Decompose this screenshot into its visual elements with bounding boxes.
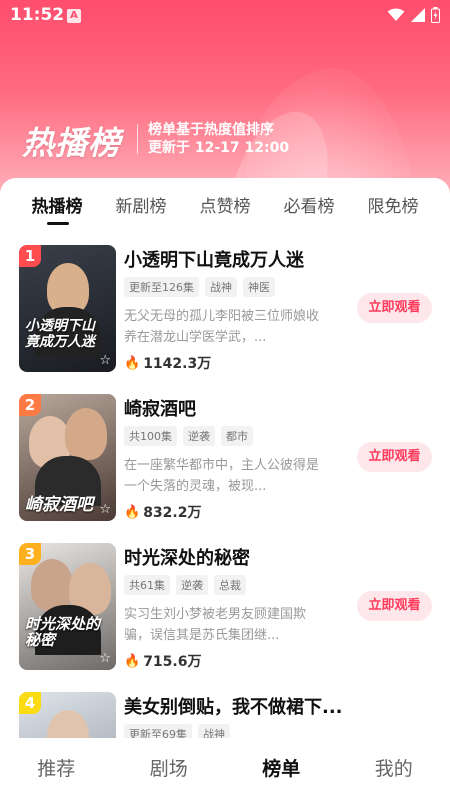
app-notification-icon: A	[67, 9, 81, 23]
tab-new[interactable]: 新剧榜	[99, 192, 183, 217]
drama-description: 无父无母的孤儿李阳被三位师娘收养在潜龙山学医学武，...	[124, 309, 320, 345]
tab-must-watch[interactable]: 必看榜	[267, 192, 351, 217]
drama-title[interactable]: 小透明下山竟成万人迷	[124, 246, 304, 272]
nav-rankings[interactable]: 榜单	[225, 738, 338, 800]
fire-icon: 🔥	[124, 355, 141, 371]
hero-banner: 11:52 A 热播榜 榜单基于热度值排序 更新于 12-17 12:00	[0, 0, 450, 200]
cover-caption: 小透明下山竟成万人迷	[25, 318, 95, 350]
heat-value: 🔥 715.6万	[124, 651, 201, 671]
heat-number: 1142.3万	[143, 356, 212, 372]
watch-now-button[interactable]: 立即观看	[357, 591, 432, 621]
signal-icon	[411, 8, 425, 22]
fire-icon: 🔥	[124, 504, 141, 520]
drama-title[interactable]: 时光深处的秘密	[124, 544, 250, 570]
tag: 战神	[198, 724, 230, 738]
battery-icon	[431, 7, 440, 23]
heat-value: 🔥 832.2万	[124, 502, 201, 522]
list-item[interactable]: 2 崎寂酒吧 ☆ 崎寂酒吧 共100集 逆袭 都市 在一座繁华都市中，主人公彼得…	[0, 387, 450, 521]
wifi-icon	[387, 8, 405, 21]
status-bar: 11:52 A	[0, 0, 450, 32]
heat-number: 715.6万	[143, 654, 202, 670]
tag: 逆袭	[176, 575, 208, 595]
list-item[interactable]: 3 时光深处的秘密 ☆ 时光深处的秘密 共61集 逆袭 总裁 实习生刘小梦被老男…	[0, 536, 450, 670]
star-icon[interactable]: ☆	[99, 502, 111, 517]
update-time-text: 更新于 12-17 12:00	[148, 140, 290, 156]
tag-list: 更新至126集 战神 神医	[124, 277, 275, 297]
cover-caption: 崎寂酒吧	[25, 495, 93, 515]
rank-badge: 2	[19, 394, 41, 416]
nav-recommend[interactable]: 推荐	[0, 738, 113, 800]
rank-badge: 4	[19, 692, 41, 714]
fire-icon: 🔥	[124, 653, 141, 669]
watch-now-button[interactable]: 立即观看	[357, 442, 432, 472]
page-title: 热播榜	[22, 124, 122, 162]
bottom-navigation: 推荐 剧场 榜单 我的	[0, 738, 450, 800]
tag: 神医	[243, 277, 275, 297]
active-tab-indicator	[47, 222, 69, 225]
tag: 逆袭	[183, 426, 215, 446]
nav-mine[interactable]: 我的	[338, 738, 450, 800]
tag: 更新至126集	[124, 277, 199, 297]
heat-value: 🔥 1142.3万	[124, 353, 211, 373]
drama-title[interactable]: 崎寂酒吧	[124, 395, 196, 421]
tag-list: 共61集 逆袭 总裁	[124, 575, 246, 595]
list-item[interactable]: 4 美女别倒贴，我不做裙下... 更新至69集 战神	[0, 685, 450, 738]
tab-free[interactable]: 限免榜	[351, 192, 435, 217]
tag: 都市	[221, 426, 253, 446]
tag: 战神	[205, 277, 237, 297]
tag: 更新至69集	[124, 724, 192, 738]
watch-now-button[interactable]: 立即观看	[357, 293, 432, 323]
cover-image[interactable]: 4	[19, 692, 116, 738]
header-subtitle: 榜单基于热度值排序 更新于 12-17 12:00	[148, 121, 289, 157]
heat-number: 832.2万	[143, 505, 202, 521]
title-divider	[137, 124, 138, 154]
cover-person	[65, 408, 107, 460]
drama-description: 实习生刘小梦被老男友顾建国欺骗，误信其是苏氏集团继...	[124, 607, 307, 643]
rank-badge: 3	[19, 543, 41, 565]
cover-image[interactable]: 1 小透明下山竟成万人迷 ☆	[19, 245, 116, 372]
tag-list: 更新至69集 战神	[124, 724, 230, 738]
cover-person	[31, 559, 73, 611]
rank-badge: 1	[19, 245, 41, 267]
drama-description: 在一座繁华都市中，主人公彼得是一个失落的灵魂，被现...	[124, 458, 320, 494]
star-icon[interactable]: ☆	[99, 651, 111, 666]
ranking-basis-text: 榜单基于热度值排序	[148, 122, 274, 138]
tab-hot[interactable]: 热播榜	[15, 192, 99, 217]
ranking-tabs: 热播榜 新剧榜 点赞榜 必看榜 限免榜	[0, 178, 450, 238]
nav-theater[interactable]: 剧场	[113, 738, 226, 800]
tag: 总裁	[214, 575, 246, 595]
cover-image[interactable]: 2 崎寂酒吧 ☆	[19, 394, 116, 521]
tab-likes[interactable]: 点赞榜	[183, 192, 267, 217]
status-time: 11:52	[10, 5, 65, 25]
list-item[interactable]: 1 小透明下山竟成万人迷 ☆ 小透明下山竟成万人迷 更新至126集 战神 神医 …	[0, 238, 450, 372]
tag-list: 共100集 逆袭 都市	[124, 426, 253, 446]
cover-caption: 时光深处的秘密	[25, 615, 101, 649]
tag: 共61集	[124, 575, 170, 595]
tag: 共100集	[124, 426, 177, 446]
ranking-list: 1 小透明下山竟成万人迷 ☆ 小透明下山竟成万人迷 更新至126集 战神 神医 …	[0, 238, 450, 738]
cover-person	[47, 710, 89, 738]
star-icon[interactable]: ☆	[99, 353, 111, 368]
cover-image[interactable]: 3 时光深处的秘密 ☆	[19, 543, 116, 670]
drama-title[interactable]: 美女别倒贴，我不做裙下...	[124, 693, 343, 719]
